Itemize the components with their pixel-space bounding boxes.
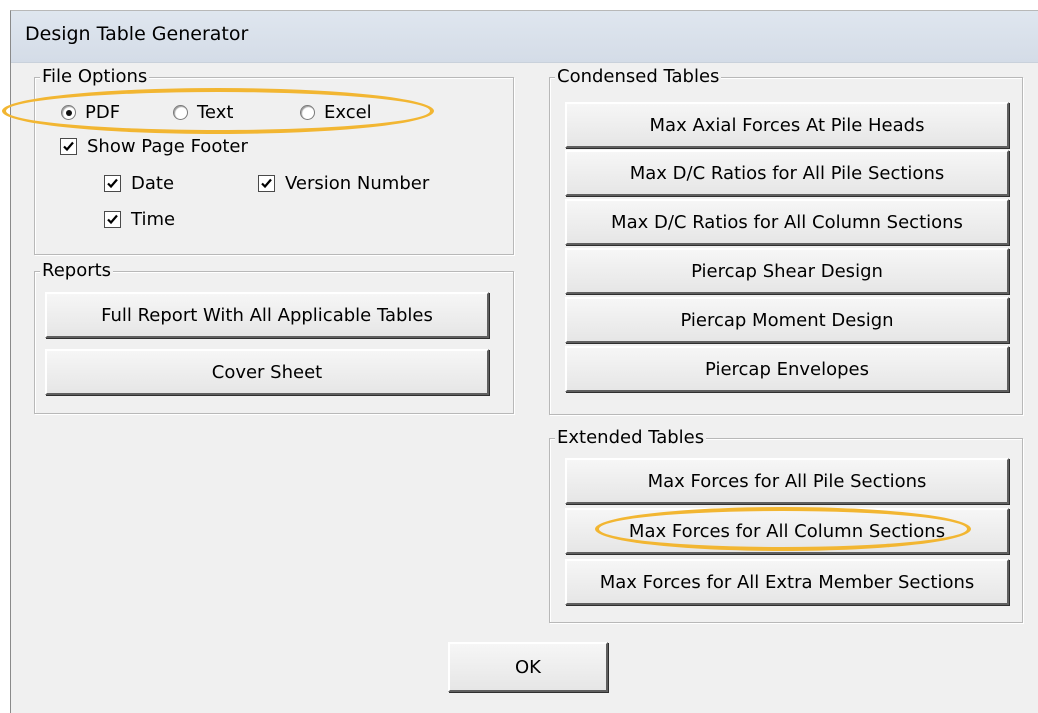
radio-text[interactable]: Text <box>173 102 233 123</box>
max-forces-column-sections-button[interactable]: Max Forces for All Column Sections <box>565 508 1009 554</box>
show-page-footer-label: Show Page Footer <box>87 136 248 157</box>
max-dc-column-sections-button[interactable]: Max D/C Ratios for All Column Sections <box>565 199 1009 245</box>
radio-pdf-circle[interactable] <box>61 105 76 120</box>
cover-sheet-button[interactable]: Cover Sheet <box>45 349 489 395</box>
date-checkmark-icon[interactable] <box>104 175 121 192</box>
radio-excel-circle[interactable] <box>300 105 315 120</box>
condensed-tables-legend: Condensed Tables <box>555 65 722 89</box>
version-number-label: Version Number <box>285 173 430 194</box>
piercap-shear-design-button[interactable]: Piercap Shear Design <box>565 248 1009 294</box>
radio-pdf[interactable]: PDF <box>61 102 120 123</box>
time-checkmark-icon[interactable] <box>104 211 121 228</box>
extended-tables-group: Extended Tables Max Forces for All Pile … <box>549 426 1023 623</box>
extended-tables-legend: Extended Tables <box>555 426 707 450</box>
date-label: Date <box>131 173 175 194</box>
piercap-moment-design-button[interactable]: Piercap Moment Design <box>565 297 1009 343</box>
window-title: Design Table Generator <box>25 23 249 45</box>
dialog-window: Design Table Generator File Options PDF … <box>10 10 1038 713</box>
max-axial-forces-button[interactable]: Max Axial Forces At Pile Heads <box>565 102 1009 148</box>
version-number-checkmark-icon[interactable] <box>258 175 275 192</box>
max-forces-pile-sections-button[interactable]: Max Forces for All Pile Sections <box>565 458 1009 504</box>
condensed-tables-group: Condensed Tables Max Axial Forces At Pil… <box>549 65 1023 415</box>
ok-button[interactable]: OK <box>448 642 608 692</box>
radio-text-label: Text <box>197 102 234 123</box>
file-options-legend: File Options <box>40 65 150 89</box>
max-dc-pile-sections-button[interactable]: Max D/C Ratios for All Pile Sections <box>565 150 1009 196</box>
full-report-button[interactable]: Full Report With All Applicable Tables <box>45 292 489 338</box>
radio-text-circle[interactable] <box>173 105 188 120</box>
radio-excel-label: Excel <box>324 102 372 123</box>
file-options-group: File Options PDF Text Excel Show Page Fo… <box>34 65 514 255</box>
show-page-footer-checkmark-icon[interactable] <box>60 138 77 155</box>
time-checkbox[interactable]: Time <box>104 209 175 230</box>
date-checkbox[interactable]: Date <box>104 173 174 194</box>
radio-pdf-label: PDF <box>85 102 121 123</box>
reports-group: Reports Full Report With All Applicable … <box>34 259 514 414</box>
version-number-checkbox[interactable]: Version Number <box>258 173 429 194</box>
show-page-footer-checkbox[interactable]: Show Page Footer <box>60 136 248 157</box>
max-forces-extra-member-sections-button[interactable]: Max Forces for All Extra Member Sections <box>565 559 1009 605</box>
reports-legend: Reports <box>40 259 114 283</box>
title-bar[interactable]: Design Table Generator <box>11 11 1038 63</box>
piercap-envelopes-button[interactable]: Piercap Envelopes <box>565 346 1009 392</box>
radio-excel[interactable]: Excel <box>300 102 372 123</box>
time-label: Time <box>131 209 176 230</box>
